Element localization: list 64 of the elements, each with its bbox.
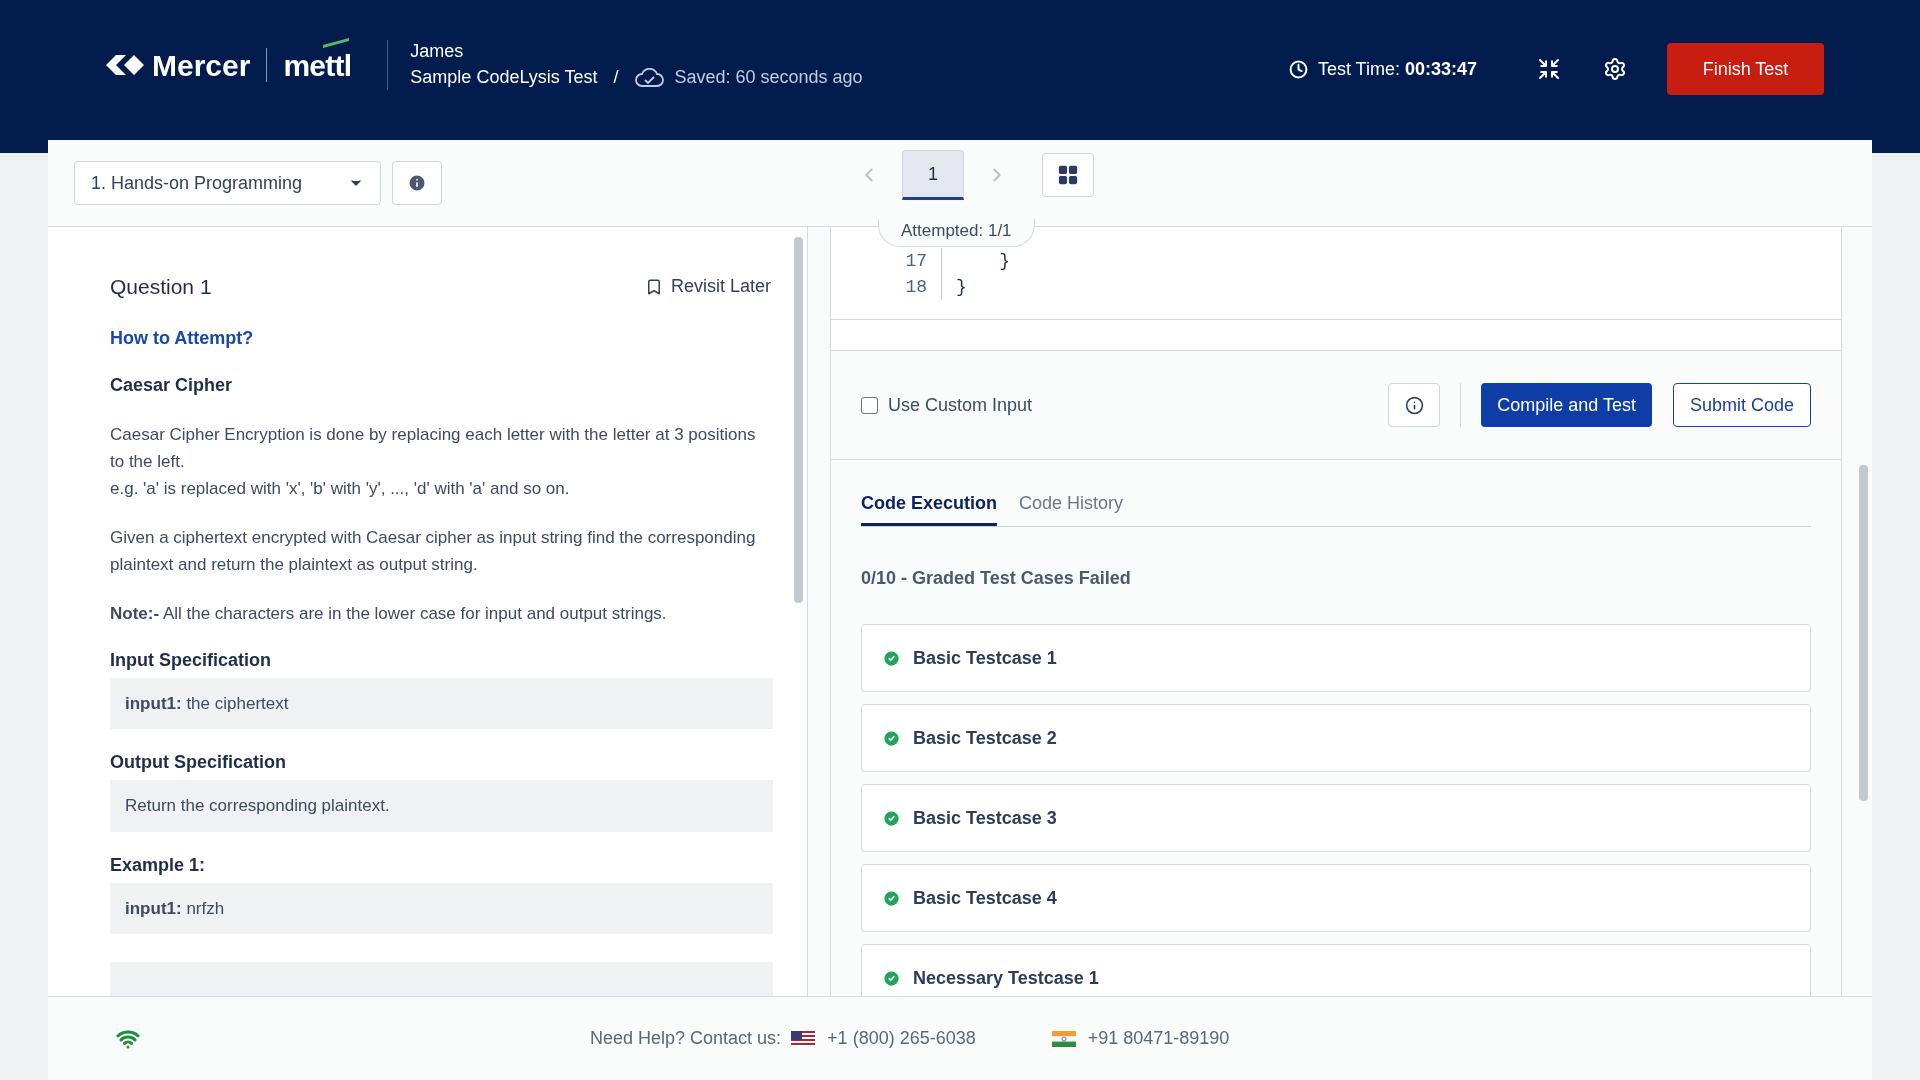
attempted-count: Attempted: 1/1 xyxy=(878,219,1035,247)
info-icon xyxy=(1404,395,1424,415)
phone-number: +91 80471-89190 xyxy=(1087,1027,1230,1050)
custom-input-checkbox[interactable] xyxy=(861,396,878,414)
section-heading: Input Specification xyxy=(110,648,272,672)
test-time: Test Time: 00:33:47 xyxy=(1317,57,1477,81)
flag-icon xyxy=(1051,1030,1076,1047)
question-title: Question 1 xyxy=(110,274,212,300)
path-separator: / xyxy=(613,66,619,89)
section-content: Return the corresponding plaintext. xyxy=(110,780,773,832)
testcase-row[interactable]: Basic Testcase 1 xyxy=(861,624,1811,692)
exit-fullscreen-button[interactable] xyxy=(1537,57,1561,81)
results-tab[interactable]: Code Execution xyxy=(861,490,998,526)
scrollbar[interactable] xyxy=(1859,465,1868,801)
scrollbar[interactable] xyxy=(794,237,803,603)
help-text: Need Help? Contact us: xyxy=(590,1027,782,1050)
section-content: input1: the ciphertext xyxy=(110,677,773,729)
testcase-name: Basic Testcase 2 xyxy=(913,726,1057,750)
grid-icon xyxy=(1057,164,1079,186)
testcase-name: Necessary Testcase 1 xyxy=(913,966,1099,990)
test-summary: 0/10 - Graded Test Cases Failed xyxy=(861,567,1132,590)
section-heading: Output Specification xyxy=(110,751,287,774)
revisit-later-button[interactable]: Revisit Later xyxy=(644,273,771,301)
question-page-tab[interactable]: 1 xyxy=(902,150,964,200)
question-grid-button[interactable] xyxy=(1042,153,1094,197)
section-content: input1: nrfzh xyxy=(110,882,773,934)
testcase-name: Basic Testcase 3 xyxy=(913,806,1057,830)
clock-icon xyxy=(1288,59,1308,79)
custom-input-label: Use Custom Input xyxy=(888,393,1033,417)
phone-number: +1 (800) 265-6038 xyxy=(827,1027,976,1050)
how-to-attempt-link[interactable]: How to Attempt? xyxy=(110,324,254,352)
line-number: 17 xyxy=(904,250,927,273)
problem-text: Given a ciphertext encrypted with Caesar cipher as input string find the corresponding plaintext and return the plaintext as output string. xyxy=(110,526,757,576)
problem-title: Caesar Cipher xyxy=(110,373,234,397)
settings-button[interactable] xyxy=(1603,57,1627,81)
section-heading: Example 1: xyxy=(110,853,207,877)
problem-text: Note:- All the characters are in the lower case for input and output strings. xyxy=(110,602,668,625)
flag-icon xyxy=(791,1030,816,1047)
testcase-row[interactable]: Basic Testcase 4 xyxy=(861,864,1811,932)
code-line: } xyxy=(941,274,967,300)
info-button[interactable] xyxy=(392,161,442,205)
test-name: Sample CodeLysis Test xyxy=(410,66,598,89)
product-logo: mettl xyxy=(283,48,352,82)
section-dropdown[interactable]: 1. Hands-on Programming xyxy=(74,161,381,205)
testcase-row[interactable]: Basic Testcase 2 xyxy=(861,704,1811,772)
problem-text: e.g. 'a' is replaced with 'x', 'b' with 'y', ..., 'd' with 'a' and so on. xyxy=(110,477,571,500)
testcase-name: Basic Testcase 1 xyxy=(913,646,1057,670)
saved-status: Saved: 60 seconds ago xyxy=(674,66,863,89)
results-tab[interactable]: Code History xyxy=(1019,490,1124,526)
candidate-name: James xyxy=(410,40,465,63)
info-icon xyxy=(407,173,427,193)
info-button[interactable] xyxy=(1388,383,1441,427)
mercer-logo-icon xyxy=(106,54,144,76)
line-number: 18 xyxy=(904,276,927,299)
compile-and-test-button[interactable]: Compile and Test xyxy=(1481,383,1652,427)
finish-test-button[interactable]: Finish Test xyxy=(1667,43,1824,95)
problem-text: Caesar Cipher Encryption is done by replacing each letter with the letter at 3 positions to the left. xyxy=(110,423,757,473)
cloud-check-icon xyxy=(634,66,665,88)
testcase-row[interactable]: Basic Testcase 3 xyxy=(861,784,1811,852)
code-line: } xyxy=(941,248,1010,274)
brand-name: Mercer xyxy=(152,47,251,84)
submit-code-button[interactable]: Submit Code xyxy=(1672,383,1811,427)
testcase-row[interactable]: Necessary Testcase 1 xyxy=(861,944,1811,996)
testcase-name: Basic Testcase 4 xyxy=(913,886,1057,910)
